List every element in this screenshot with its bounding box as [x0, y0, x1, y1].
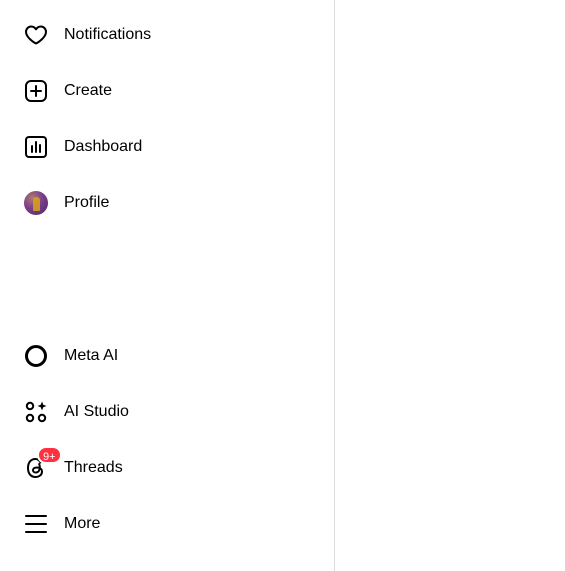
sidebar-item-create[interactable]: Create — [12, 67, 312, 115]
bar-chart-icon — [24, 135, 48, 159]
sidebar-item-label: AI Studio — [64, 403, 129, 420]
sidebar-item-label: Threads — [64, 459, 123, 476]
sidebar-item-more[interactable]: More — [12, 500, 312, 548]
meta-ai-ring-icon — [24, 344, 48, 368]
sidebar-item-label: Notifications — [64, 26, 152, 43]
sidebar-item-threads[interactable]: 9+ Threads — [12, 444, 312, 492]
avatar — [24, 191, 48, 215]
sidebar: Notifications Create Dashboard Profile M… — [0, 0, 335, 571]
plus-square-icon — [24, 79, 48, 103]
threads-icon: 9+ — [24, 446, 62, 480]
sidebar-item-label: More — [64, 515, 101, 532]
sidebar-item-dashboard[interactable]: Dashboard — [12, 123, 312, 171]
sidebar-item-label: Profile — [64, 194, 110, 211]
sidebar-item-notifications[interactable]: Notifications — [12, 11, 312, 59]
sidebar-item-ai-studio[interactable]: AI Studio — [12, 388, 312, 436]
hamburger-menu-icon — [24, 512, 48, 536]
sidebar-item-profile[interactable]: Profile — [12, 179, 312, 227]
main-content — [336, 0, 565, 571]
heart-icon — [24, 23, 48, 47]
sidebar-item-label: Meta AI — [64, 347, 119, 364]
sidebar-item-label: Create — [64, 82, 113, 99]
sidebar-item-label: Dashboard — [64, 138, 143, 155]
ai-studio-icon — [24, 400, 48, 424]
sidebar-item-meta-ai[interactable]: Meta AI — [12, 332, 312, 380]
notification-badge: 9+ — [37, 446, 62, 464]
